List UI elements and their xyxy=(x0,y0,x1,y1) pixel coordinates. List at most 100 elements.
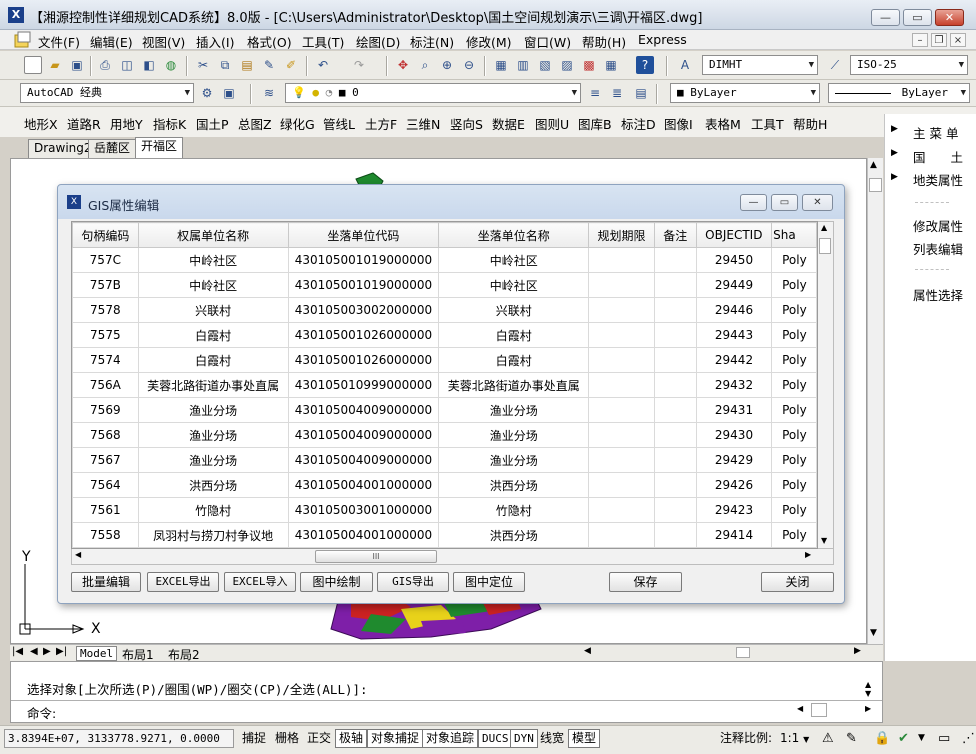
scroll-left-icon[interactable]: ◀ xyxy=(75,550,81,559)
table-cell[interactable]: 白霞村 xyxy=(438,322,590,348)
toggle-model[interactable]: 模型 xyxy=(568,729,601,748)
table-row[interactable]: 7568 渔业分场 430105004009000000 渔业分场 29430 Poly xyxy=(72,422,817,448)
batch-edit-button[interactable]: 批量编辑 xyxy=(71,572,141,592)
table-cell[interactable]: 430105004001000000 xyxy=(287,472,440,498)
open-folder-icon[interactable]: ▰ xyxy=(46,56,64,74)
clean-screen-icon[interactable]: ▭ xyxy=(934,729,954,748)
status-tray-icon[interactable]: ✔ xyxy=(894,729,913,748)
table-cell[interactable]: 7568 xyxy=(72,422,139,448)
grid-vertical-scrollbar[interactable]: ▲ ▼ xyxy=(818,221,834,549)
table-cell[interactable]: 29450 xyxy=(695,247,773,273)
table-cell[interactable]: Poly xyxy=(771,522,817,548)
panel-land-attributes[interactable]: 地类属性 xyxy=(913,170,963,189)
cad-menu-earthwork[interactable]: 土方F xyxy=(365,114,397,133)
table-row[interactable]: 7578 兴联村 430105003002000000 兴联村 29446 Poly xyxy=(72,297,817,323)
tab-last-icon[interactable]: ▶| xyxy=(56,646,67,657)
table-cell[interactable]: Poly xyxy=(771,397,817,423)
table-cell[interactable]: 7561 xyxy=(72,497,139,523)
close-button[interactable]: ✕ xyxy=(935,9,964,26)
globe-icon[interactable]: ◍ xyxy=(162,56,180,74)
table-cell[interactable] xyxy=(588,272,655,298)
cad-menu-tools[interactable]: 工具T xyxy=(751,114,784,133)
toggle-dyn[interactable]: DYN xyxy=(510,729,538,748)
cad-menu-plan-rules[interactable]: 图则U xyxy=(535,114,569,133)
cut-icon[interactable]: ✂ xyxy=(194,56,212,74)
mdi-restore-button[interactable]: ❐ xyxy=(931,33,947,47)
print-icon[interactable]: ⎙ xyxy=(96,56,114,74)
toggle-snap[interactable]: 捕捉 xyxy=(238,729,270,748)
drawing-horizontal-scrollbar[interactable]: ◀ ▶ xyxy=(584,646,864,659)
menu-file[interactable]: 文件(F) xyxy=(38,32,80,51)
maximize-button[interactable]: ▭ xyxy=(903,9,932,26)
toggle-ducs[interactable]: DUCS xyxy=(478,729,513,748)
table-cell[interactable] xyxy=(588,522,655,548)
expand-arrow-icon[interactable]: ▶ xyxy=(891,172,898,182)
excel-import-button[interactable]: EXCEL导入 xyxy=(224,572,296,592)
table-cell[interactable] xyxy=(588,447,655,473)
menu-format[interactable]: 格式(O) xyxy=(247,32,292,51)
scroll-up-icon[interactable]: ▲ xyxy=(821,223,827,232)
new-file-icon[interactable] xyxy=(24,56,42,74)
cad-menu-pipeline[interactable]: 管线L xyxy=(323,114,355,133)
pan-icon[interactable]: ✥ xyxy=(394,56,412,74)
table-cell[interactable]: 白霞村 xyxy=(438,347,590,373)
workspace-select[interactable]: AutoCAD 经典 ▼ xyxy=(20,83,194,103)
resize-grip-icon[interactable]: ⋰ xyxy=(958,729,976,748)
table-cell[interactable]: 中岭社区 xyxy=(438,272,590,298)
cad-menu-greening[interactable]: 绿化G xyxy=(280,114,315,133)
table-cell[interactable]: 洪西分场 xyxy=(438,472,590,498)
toggle-object-snap[interactable]: 对象捕捉 xyxy=(367,729,424,748)
table-cell[interactable]: 430105003001000000 xyxy=(287,497,440,523)
annotation-scale-select[interactable]: 1:1 ▼ xyxy=(776,729,813,748)
table-cell[interactable] xyxy=(588,247,655,273)
table-cell[interactable]: Poly xyxy=(771,422,817,448)
text-style-icon[interactable]: A xyxy=(676,56,694,74)
table-row[interactable]: 7564 洪西分场 430105004001000000 洪西分场 29426 Poly xyxy=(72,472,817,498)
table-cell[interactable] xyxy=(588,497,655,523)
column-header[interactable]: 句柄编码 xyxy=(72,222,139,248)
cad-menu-library[interactable]: 图库B xyxy=(578,114,612,133)
table-row[interactable]: 757C 中岭社区 430105001019000000 中岭社区 29450 Poly xyxy=(72,247,817,273)
table-cell[interactable] xyxy=(588,422,655,448)
command-prompt[interactable]: 命令: xyxy=(27,703,56,722)
tab-model[interactable]: Model xyxy=(76,646,118,661)
table-cell[interactable]: 430105004009000000 xyxy=(287,447,440,473)
table-cell[interactable] xyxy=(653,322,697,348)
cad-menu-image[interactable]: 图像I xyxy=(664,114,693,133)
toggle-polar[interactable]: 极轴 xyxy=(335,729,368,748)
command-scroll-arrows[interactable]: ▲ ▼ xyxy=(865,680,871,698)
cad-menu-land[interactable]: 国土P xyxy=(196,114,229,133)
properties-icon[interactable]: ▦ xyxy=(492,56,510,74)
linetype-select[interactable]: ByLayer ▼ xyxy=(828,83,970,103)
command-window[interactable]: 选择对象[上次所选(P)/圈围(WP)/圈交(CP)/全选(ALL)]: 命令:… xyxy=(10,661,883,723)
make-layer-current-icon[interactable]: ≡ xyxy=(586,84,604,102)
table-cell[interactable]: 757C xyxy=(72,247,139,273)
cad-menu-help[interactable]: 帮助H xyxy=(793,114,827,133)
cad-menu-indicator[interactable]: 指标K xyxy=(153,114,186,133)
menu-modify[interactable]: 修改(M) xyxy=(466,32,512,51)
panel-list-edit[interactable]: 列表编辑 xyxy=(913,239,963,258)
scroll-thumb[interactable] xyxy=(736,647,750,658)
table-cell[interactable]: 渔业分场 xyxy=(438,447,590,473)
table-cell[interactable]: 芙蓉北路街道办事处直属 xyxy=(137,372,289,398)
toggle-grid[interactable]: 栅格 xyxy=(271,729,303,748)
dialog-close-button[interactable]: ✕ xyxy=(802,194,833,211)
table-cell[interactable]: 29449 xyxy=(695,272,773,298)
table-cell[interactable]: 29442 xyxy=(695,347,773,373)
table-cell[interactable]: 430105004001000000 xyxy=(287,522,440,548)
table-cell[interactable] xyxy=(653,347,697,373)
table-cell[interactable]: 兴联村 xyxy=(438,297,590,323)
scroll-down-icon[interactable]: ▼ xyxy=(870,628,877,638)
command-scroll-right-icon[interactable]: ▶ xyxy=(865,704,871,713)
panel-land[interactable]: 国 土 xyxy=(913,147,963,166)
table-cell[interactable] xyxy=(588,347,655,373)
toolbar-lock-icon[interactable]: 🔒 xyxy=(870,729,894,748)
table-cell[interactable] xyxy=(653,422,697,448)
command-scroll-thumb[interactable] xyxy=(811,703,827,717)
mdi-close-button[interactable]: × xyxy=(950,33,966,47)
toggle-ortho[interactable]: 正交 xyxy=(303,729,335,748)
zoom-previous-icon[interactable]: ⊖ xyxy=(460,56,478,74)
column-header[interactable]: OBJECTID xyxy=(695,222,773,248)
column-header[interactable]: 备注 xyxy=(653,222,697,248)
menu-window[interactable]: 窗口(W) xyxy=(524,32,571,51)
